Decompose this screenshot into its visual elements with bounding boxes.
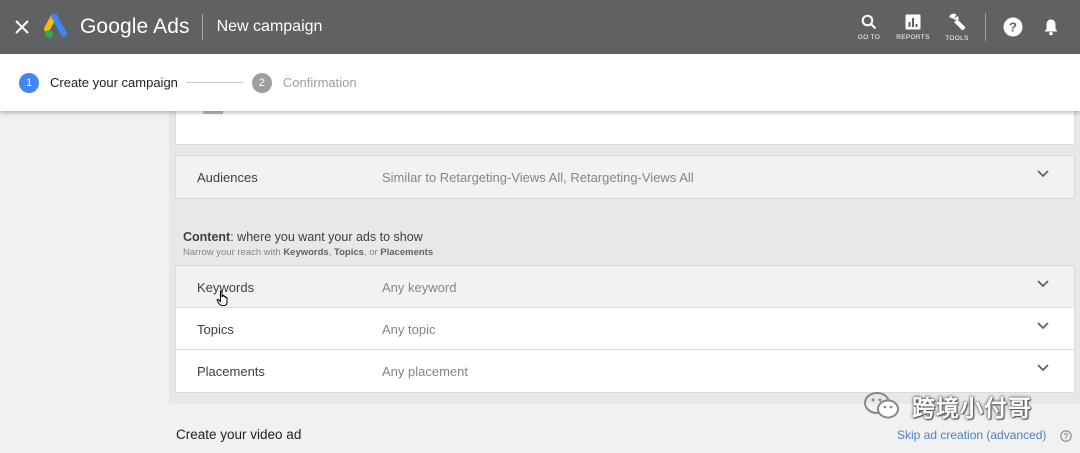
watermark: 跨境小付哥 (862, 389, 1032, 423)
bell-icon (1044, 19, 1058, 36)
step-connector (185, 82, 243, 83)
chevron-down-icon (1037, 364, 1049, 372)
step-label-2: Confirmation (282, 75, 357, 90)
content-heading: Content: where you want your ads to show (183, 230, 433, 244)
hand-cursor-icon (216, 290, 228, 306)
chevron-down-icon (1037, 322, 1049, 330)
audiences-value: Similar to Retargeting-Views All, Retarg… (382, 169, 694, 185)
chevron-down-icon (1037, 280, 1049, 288)
brand-name: Google Ads (80, 15, 190, 38)
topics-row[interactable]: Topics Any topic (176, 308, 1074, 350)
keywords-value: Any keyword (382, 279, 457, 295)
placements-label: Placements (197, 363, 265, 379)
keywords-row[interactable]: Keywords Any keyword (176, 266, 1074, 308)
search-icon (861, 14, 877, 29)
previous-section-card (176, 111, 1074, 144)
close-icon (15, 20, 29, 34)
notifications-button[interactable] (1032, 0, 1070, 54)
help-icon: ? (1003, 17, 1023, 37)
content-sub-keywords: Keywords (283, 247, 329, 258)
google-ads-logo[interactable]: Google Ads (44, 14, 190, 40)
reports-button[interactable]: REPORTS (891, 0, 935, 54)
step-number-1: 1 (19, 72, 39, 93)
chevron-down-icon (1037, 170, 1049, 178)
step-number-2: 2 (251, 72, 272, 93)
step-create-campaign[interactable]: 1 Create your campaign (19, 72, 178, 93)
content-sub-sep2: , or (363, 247, 381, 258)
topics-value: Any topic (382, 321, 436, 337)
help-button[interactable]: ? (994, 0, 1032, 54)
watermark-text: 跨境小付哥 (912, 396, 1032, 422)
content-subheading: Narrow your reach with Keywords, Topics,… (183, 247, 433, 258)
svg-text:?: ? (1064, 432, 1069, 441)
audiences-label: Audiences (197, 169, 258, 185)
reports-icon (905, 14, 921, 29)
partial-control (203, 111, 223, 114)
help-outline-icon[interactable]: ? (1060, 430, 1072, 442)
placements-row[interactable]: Placements Any placement (176, 350, 1074, 392)
content-sub-prefix: Narrow your reach with (183, 247, 284, 258)
page-title: New campaign (216, 18, 323, 35)
step-label-1: Create your campaign (50, 75, 178, 90)
close-button[interactable] (0, 0, 44, 54)
content-heading-rest: : where you want your ads to show (230, 230, 423, 244)
goto-label: GO TO (857, 33, 881, 41)
svg-text:?: ? (1009, 20, 1017, 35)
placements-value: Any placement (382, 363, 468, 379)
audiences-row[interactable]: Audiences Similar to Retargeting-Views A… (176, 156, 1074, 198)
create-video-ad-title: Create your video ad (176, 427, 302, 442)
wechat-icon (864, 392, 899, 419)
tools-label: TOOLS (945, 34, 969, 42)
header-divider (201, 14, 203, 40)
top-app-bar: Google Ads New campaign GO TO REPORTS TO (0, 0, 1080, 54)
content-sub-topics: Topics (334, 247, 364, 258)
topics-label: Topics (197, 321, 234, 337)
content-sub-placements: Placements (380, 247, 434, 258)
wrench-icon (949, 13, 966, 30)
content-section-header: Content: where you want your ads to show… (183, 230, 433, 258)
skip-ad-creation-link[interactable]: Skip ad creation (advanced) (897, 428, 1046, 442)
tools-divider (985, 13, 986, 41)
step-confirmation[interactable]: 2 Confirmation (251, 72, 357, 93)
goto-button[interactable]: GO TO (847, 0, 891, 54)
header-tools: GO TO REPORTS TOOLS ? (847, 0, 1080, 54)
tools-button[interactable]: TOOLS (935, 0, 979, 54)
google-ads-logo-icon (44, 14, 67, 38)
reports-label: REPORTS (896, 33, 930, 41)
campaign-stepper: 1 Create your campaign 2 Confirmation (0, 54, 1080, 111)
content-heading-bold: Content (183, 230, 231, 244)
